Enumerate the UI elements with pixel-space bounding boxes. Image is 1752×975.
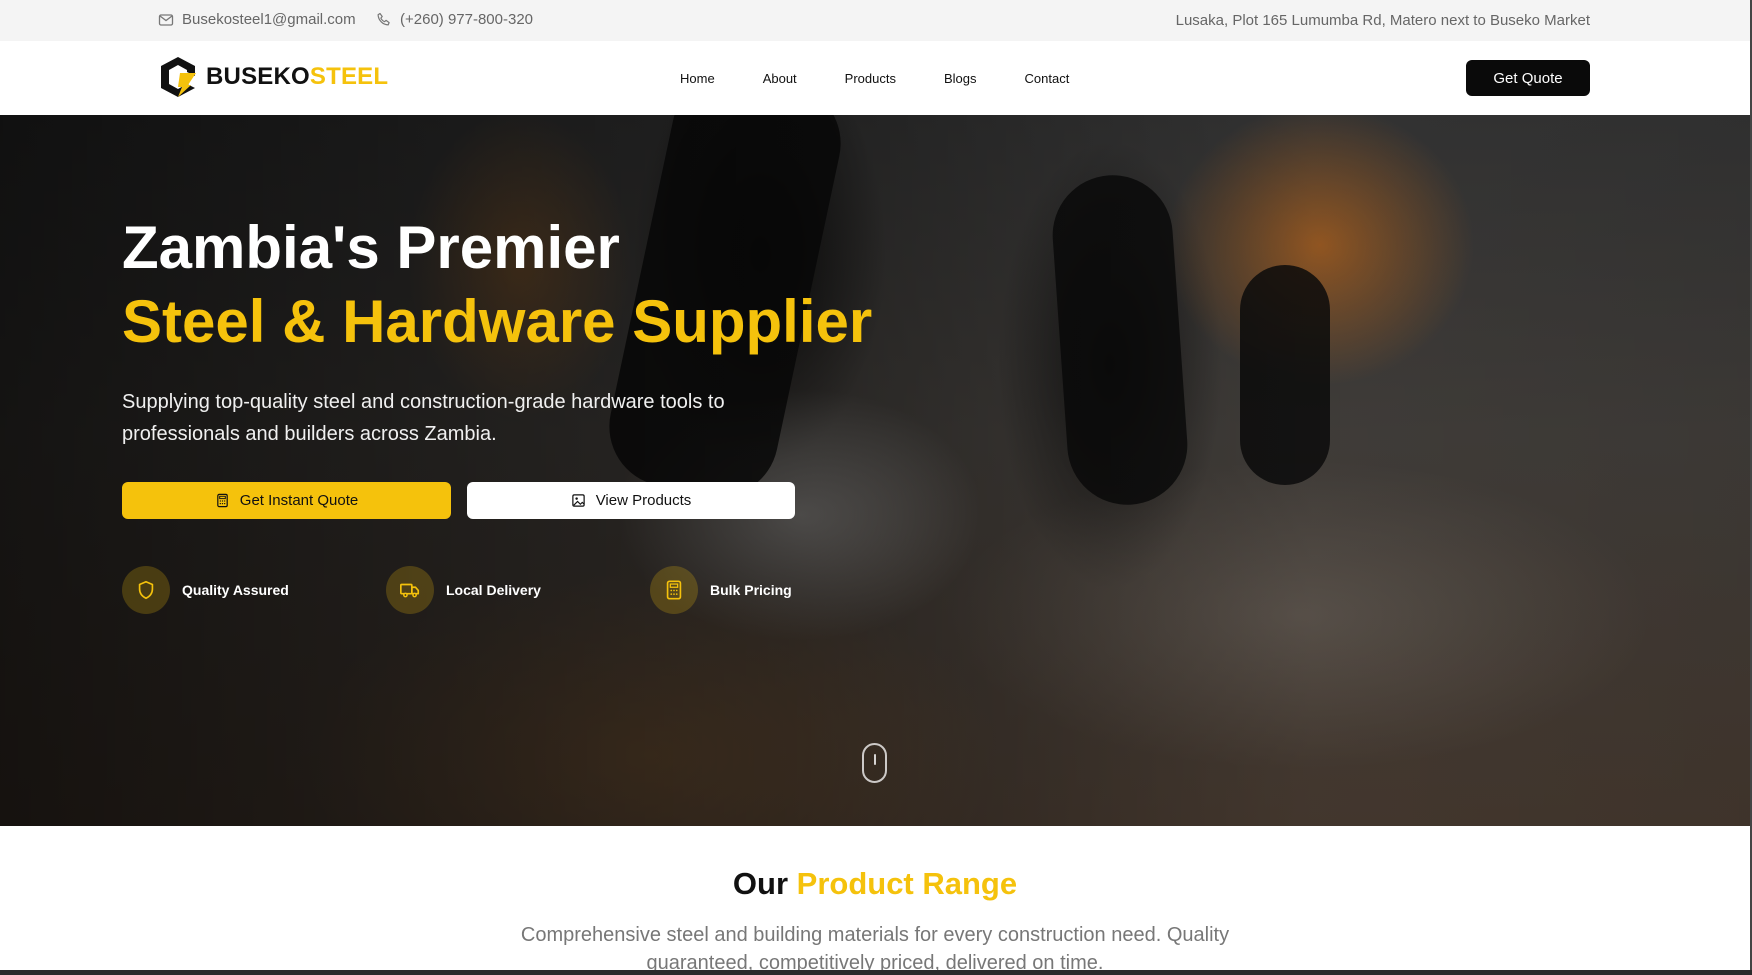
- hero-title-line2: Steel & Hardware Supplier: [122, 288, 873, 355]
- feature-label: Bulk Pricing: [710, 582, 792, 598]
- product-range-subtitle: Comprehensive steel and building materia…: [520, 924, 1230, 970]
- logo-mark-icon: [161, 57, 196, 97]
- feature-quality-assured: Quality Assured: [122, 566, 289, 614]
- hero-section: Zambia's Premier Steel & Hardware Suppli…: [0, 115, 1750, 826]
- get-instant-quote-button[interactable]: Get Instant Quote: [122, 482, 451, 519]
- calculator-icon: [666, 580, 682, 600]
- view-products-label: View Products: [595, 492, 692, 509]
- mail-icon: [158, 13, 174, 26]
- email-contact[interactable]: Busekosteel1@gmail.com: [158, 11, 356, 28]
- feature-local-delivery: Local Delivery: [386, 566, 541, 614]
- address-text: Lusaka, Plot 165 Lumumba Rd, Matero next…: [1175, 12, 1590, 29]
- feature-label: Local Delivery: [446, 582, 541, 598]
- scroll-down-icon[interactable]: [862, 743, 887, 783]
- section-title-part1: Our: [732, 866, 789, 901]
- view-products-button[interactable]: View Products: [467, 482, 795, 519]
- hero-subtitle: Supplying top-quality steel and construc…: [122, 391, 725, 445]
- hero-title-line1: Zambia's Premier: [122, 214, 620, 281]
- nav-contact[interactable]: Contact: [1025, 71, 1070, 86]
- main-navbar: BUSEKOSTEEL Home About Products Blogs Co…: [0, 41, 1750, 115]
- nav-blogs[interactable]: Blogs: [944, 71, 977, 86]
- window-bottom-edge: [0, 970, 1752, 975]
- brand-name-part2: STEEL: [309, 63, 389, 90]
- nav-about[interactable]: About: [763, 71, 797, 86]
- brand-name-part1: BUSEKO: [206, 63, 310, 90]
- get-instant-quote-label: Get Instant Quote: [239, 492, 359, 509]
- nav-home[interactable]: Home: [680, 71, 715, 86]
- phone-text: (+260) 977-800-320: [400, 11, 534, 28]
- shield-icon: [138, 580, 154, 600]
- section-title-part2: Product Range: [796, 866, 1018, 901]
- calculator-icon: [217, 493, 228, 508]
- phone-contact[interactable]: (+260) 977-800-320: [376, 11, 533, 28]
- email-text: Busekosteel1@gmail.com: [182, 11, 356, 28]
- phone-icon: [377, 12, 390, 25]
- image-icon: [571, 494, 585, 507]
- truck-icon: [400, 583, 420, 598]
- page: Busekosteel1@gmail.com (+260) 977-800-32…: [0, 0, 1750, 970]
- top-contact-bar: Busekosteel1@gmail.com (+260) 977-800-32…: [0, 0, 1750, 41]
- feature-bulk-pricing: Bulk Pricing: [650, 566, 792, 614]
- feature-label: Quality Assured: [182, 582, 289, 598]
- browser-viewport: Busekosteel1@gmail.com (+260) 977-800-32…: [0, 0, 1752, 975]
- product-range-title: Our Product Range: [0, 866, 1750, 902]
- brand-logo[interactable]: BUSEKOSTEEL: [158, 56, 388, 98]
- get-quote-button[interactable]: Get Quote: [1466, 60, 1590, 96]
- nav-products[interactable]: Products: [845, 71, 896, 86]
- nav-links: Home About Products Blogs Contact: [680, 71, 1117, 86]
